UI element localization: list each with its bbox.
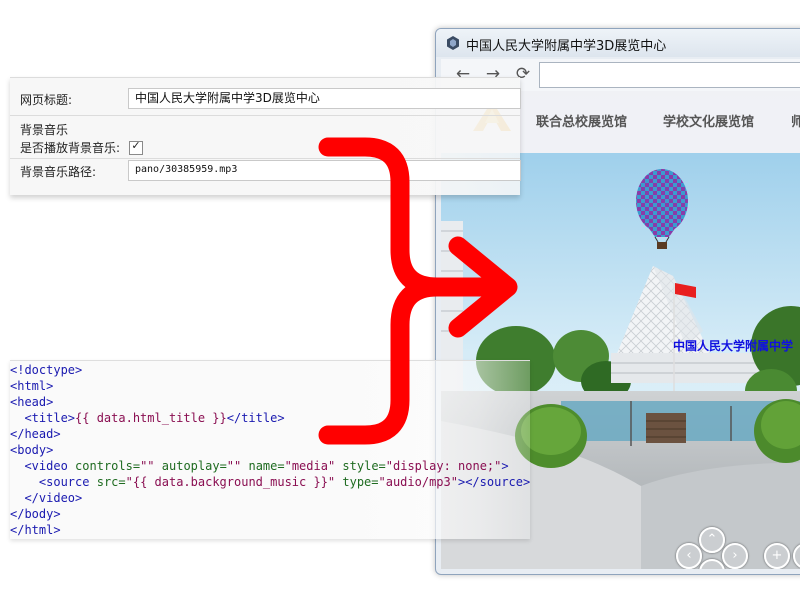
code-line: <video controls="" autoplay="" name="med…: [24, 459, 509, 473]
code-line: <title>{{ data.html_title }}</title>: [24, 411, 285, 425]
code-line: </video>: [24, 491, 83, 505]
divider: [10, 158, 520, 159]
code-line: <body>: [10, 443, 54, 457]
code-line: <html>: [10, 379, 54, 393]
code-line: </html>: [10, 523, 61, 537]
page-title-input[interactable]: 中国人民大学附属中学3D展览中心: [128, 88, 521, 109]
code-line: </body>: [10, 507, 61, 521]
nav-item-truncated[interactable]: 师: [791, 111, 800, 130]
address-bar[interactable]: [539, 62, 800, 88]
nav-item-school-culture[interactable]: 学校文化展览馆: [663, 111, 754, 130]
window-title: 中国人民大学附属中学3D展览中心: [466, 39, 667, 54]
zoom-in-button[interactable]: +: [764, 543, 790, 569]
app-icon: [447, 36, 459, 50]
pan-right-button[interactable]: ›: [722, 543, 748, 569]
divider: [10, 115, 520, 116]
code-line: </head>: [10, 427, 61, 441]
background-music-section-label: 背景音乐: [20, 123, 69, 137]
page-title-label: 网页标题:: [20, 93, 73, 107]
autoplay-label: 是否播放背景音乐:: [20, 141, 121, 155]
building-banner: 中国人民大学附属中学: [673, 339, 794, 353]
code-line: <head>: [10, 395, 54, 409]
autoplay-checkbox[interactable]: ✓: [129, 139, 143, 155]
code-line: <source src="{{ data.background_music }}…: [38, 475, 531, 489]
code-snippet: <!doctype> <html> <head> <title>{{ data.…: [10, 360, 530, 539]
window-titlebar: 中国人民大学附属中学3D展览中心: [436, 29, 800, 57]
code-line: <!doctype>: [10, 363, 83, 377]
music-path-label: 背景音乐路径:: [20, 165, 97, 179]
check-icon: ✓: [131, 139, 141, 152]
nav-item-joint-school[interactable]: 联合总校展览馆: [536, 111, 627, 130]
music-path-input[interactable]: pano/30385959.mp3: [128, 160, 521, 181]
pan-up-button[interactable]: ⌃: [699, 527, 725, 553]
pan-left-button[interactable]: ‹: [676, 543, 702, 569]
settings-panel: 网页标题: 中国人民大学附属中学3D展览中心 背景音乐 是否播放背景音乐: ✓ …: [10, 77, 521, 195]
